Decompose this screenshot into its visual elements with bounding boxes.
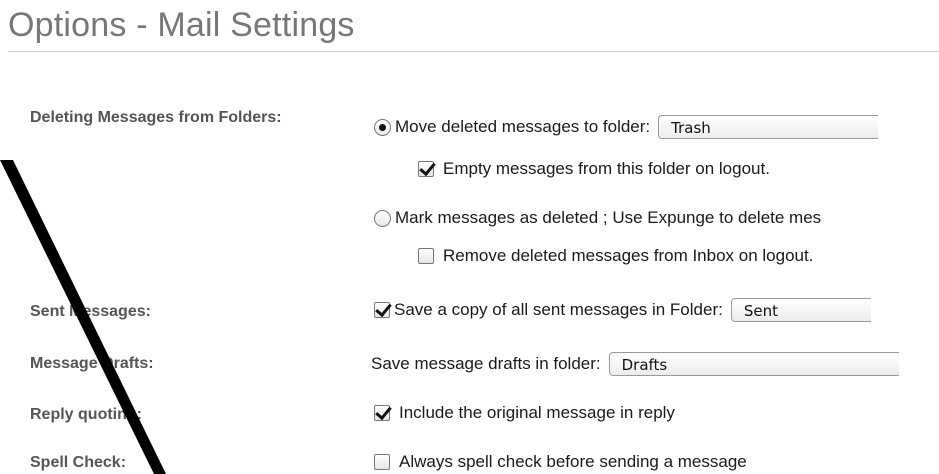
page-title: Options - Mail Settings	[8, 6, 355, 44]
deleting-messages-label: Deleting Messages from Folders:	[30, 109, 282, 126]
move-deleted-text: Move deleted messages to folder:	[395, 117, 651, 136]
remove-on-logout-option[interactable]: Remove deleted messages from Inbox on lo…	[418, 245, 813, 267]
include-original-option[interactable]: Include the original message in reply	[374, 402, 675, 424]
title-divider	[8, 51, 939, 52]
mail-settings-page: Options - Mail Settings Deleting Message…	[0, 0, 939, 474]
include-original-text: Include the original message in reply	[399, 403, 675, 422]
sent-messages-label: Sent Messages:	[30, 303, 151, 320]
empty-on-logout-option[interactable]: Empty messages from this folder on logou…	[418, 158, 770, 180]
save-sent-copy-option[interactable]: Save a copy of all sent messages in Fold…	[374, 298, 871, 322]
mark-deleted-text: Mark messages as deleted ; Use Expunge t…	[395, 208, 822, 227]
trash-folder-select[interactable]: Trash	[658, 115, 879, 139]
empty-on-logout-text: Empty messages from this folder on logou…	[443, 159, 770, 178]
message-drafts-label: Message Drafts:	[30, 355, 154, 372]
remove-on-logout-text: Remove deleted messages from Inbox on lo…	[443, 246, 814, 265]
drafts-folder-select[interactable]: Drafts	[608, 352, 899, 376]
reply-quoting-label: Reply quoting:	[30, 406, 142, 423]
move-deleted-option[interactable]: Move deleted messages to folder: Trash	[374, 115, 879, 139]
sent-folder-select[interactable]: Sent	[730, 298, 871, 322]
spell-check-label: Spell Check:	[30, 454, 127, 471]
include-original-checkbox[interactable]	[374, 405, 390, 421]
mark-deleted-option[interactable]: Mark messages as deleted ; Use Expunge t…	[374, 207, 821, 229]
save-drafts-text: Save message drafts in folder:	[371, 354, 601, 373]
remove-on-logout-checkbox[interactable]	[418, 248, 434, 264]
save-drafts-option: Save message drafts in folder: Drafts	[371, 352, 899, 376]
always-spell-check-checkbox[interactable]	[374, 454, 390, 470]
mark-deleted-radio[interactable]	[374, 209, 391, 227]
always-spell-check-text: Always spell check before sending a mess…	[399, 452, 747, 471]
always-spell-check-option[interactable]: Always spell check before sending a mess…	[374, 451, 747, 473]
save-sent-copy-checkbox[interactable]	[374, 302, 390, 318]
move-deleted-radio[interactable]	[374, 118, 391, 136]
save-sent-copy-text: Save a copy of all sent messages in Fold…	[394, 300, 723, 319]
empty-on-logout-checkbox[interactable]	[418, 161, 434, 177]
